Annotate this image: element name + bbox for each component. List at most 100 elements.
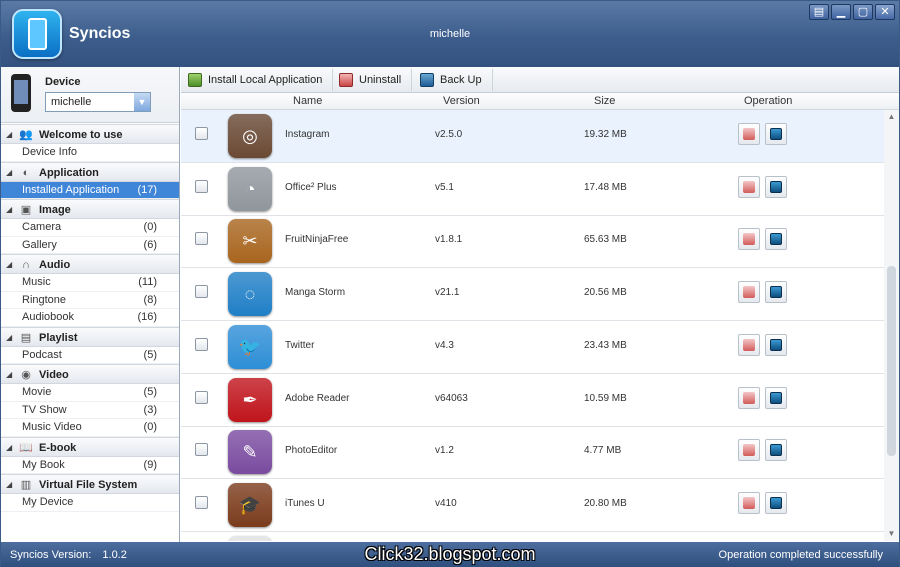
sidebar-category[interactable]: ◢ ▥ Virtual File System <box>1 474 179 494</box>
sidebar-item-count: (11) <box>138 276 157 288</box>
sidebar-item[interactable]: Music (11) <box>1 274 179 292</box>
backup-row-button[interactable] <box>765 123 787 145</box>
table-row[interactable]: ◌ Manga Storm v21.1 20.56 MB <box>181 268 884 322</box>
sidebar-item[interactable]: Music Video (0) <box>1 419 179 437</box>
sidebar-item[interactable]: TV Show (3) <box>1 402 179 419</box>
sidebar-category[interactable]: ◢ ◐ Application <box>1 161 179 183</box>
sidebar-item-label: My Device <box>22 496 74 508</box>
sidebar-category[interactable]: ◢ ▣ Image <box>1 199 179 219</box>
column-size[interactable]: Size <box>594 95 615 107</box>
app-version: v21.1 <box>435 287 460 299</box>
table-row[interactable]: ✎ PhotoEditor v1.2 4.77 MB <box>181 426 884 480</box>
back-up-button[interactable]: Back Up <box>413 69 493 91</box>
scroll-up-icon[interactable]: ▲ <box>884 110 899 124</box>
table-row[interactable]: ◔ Office² Plus v5.1 17.48 MB <box>181 163 884 216</box>
app-icon <box>228 535 272 541</box>
sidebar-item[interactable]: Device Info <box>1 144 179 162</box>
row-checkbox[interactable] <box>195 337 208 351</box>
sidebar-item[interactable]: Ringtone (8) <box>1 292 179 309</box>
sidebar-item[interactable]: Audiobook (16) <box>1 309 179 327</box>
backup-row-button[interactable] <box>765 228 787 251</box>
table-row[interactable]: 🎓 iTunes U v410 20.80 MB <box>181 479 884 532</box>
app-icon: ◌ <box>228 272 272 317</box>
app-size: 20.56 MB <box>584 287 627 299</box>
row-checkbox[interactable] <box>195 495 208 509</box>
sidebar-item[interactable]: Gallery (6) <box>1 237 179 254</box>
sidebar-nav: ◢ 👥 Welcome to use Device Info ◢ ◐ Application… <box>1 124 179 512</box>
uninstall-row-button[interactable] <box>738 175 760 198</box>
table-row[interactable] <box>181 532 884 541</box>
sidebar-item-label: Audiobook <box>22 311 74 323</box>
trash-icon <box>743 444 755 457</box>
table-row[interactable]: 🐦 Twitter v4.3 23.43 MB <box>181 321 884 374</box>
sidebar-item-label: Movie <box>22 386 52 398</box>
sidebar-item[interactable]: My Book (9) <box>1 457 179 474</box>
backup-row-button[interactable] <box>765 491 787 514</box>
row-checkbox[interactable] <box>195 390 208 404</box>
collapse-triangle-icon[interactable]: ◢ <box>6 365 12 385</box>
uninstall-row-button[interactable] <box>738 491 760 514</box>
table-row[interactable]: ✂ FruitNinjaFree v1.8.1 65.63 MB <box>181 215 884 269</box>
table-row[interactable]: ✒ Adobe Reader v64063 10.59 MB <box>181 374 884 427</box>
install-local-application-button[interactable]: Install Local Application <box>181 69 334 91</box>
device-select-value: michelle <box>51 96 92 108</box>
collapse-triangle-icon[interactable]: ◢ <box>6 125 12 145</box>
collapse-triangle-icon[interactable]: ◢ <box>6 328 12 348</box>
sidebar-category[interactable]: ◢ ∩ Audio <box>1 254 179 274</box>
collapse-triangle-icon[interactable]: ◢ <box>6 200 12 220</box>
sidebar: Device michelle ▼ ◢ 👥 Welcome to use Device… <box>1 67 180 542</box>
sidebar-item[interactable]: Installed Application (17) <box>1 181 179 199</box>
sidebar-item[interactable]: My Device <box>1 494 179 512</box>
menu-button[interactable]: ▤ <box>809 4 829 20</box>
image-icon: ▣ <box>20 204 32 216</box>
column-version[interactable]: Version <box>443 95 480 107</box>
maximize-button[interactable]: ▢ <box>853 4 873 20</box>
table-row[interactable]: ◎ Instagram v2.5.0 19.32 MB <box>181 110 884 163</box>
app-name: Adobe Reader <box>285 392 350 404</box>
uninstall-row-button[interactable] <box>738 333 760 356</box>
sidebar-category[interactable]: ◢ 👥 Welcome to use <box>1 124 179 144</box>
backup-row-button[interactable] <box>765 333 787 356</box>
backup-row-button[interactable] <box>765 386 787 409</box>
vertical-scrollbar[interactable]: ▲ ▼ <box>884 110 899 541</box>
uninstall-button[interactable]: Uninstall <box>332 69 413 91</box>
collapse-triangle-icon[interactable]: ◢ <box>6 163 12 183</box>
collapse-triangle-icon[interactable]: ◢ <box>6 438 12 458</box>
sidebar-item-count: (6) <box>143 238 157 251</box>
sidebar-item-label: Podcast <box>22 348 62 361</box>
uninstall-row-button[interactable] <box>738 386 760 409</box>
collapse-triangle-icon[interactable]: ◢ <box>6 475 12 495</box>
uninstall-row-button[interactable] <box>738 439 760 462</box>
app-size: 23.43 MB <box>584 339 627 351</box>
sidebar-item[interactable]: Camera (0) <box>1 219 179 237</box>
file-system-icon: ▥ <box>20 479 32 491</box>
minimize-button[interactable]: ▁ <box>831 4 851 20</box>
sidebar-item[interactable]: Podcast (5) <box>1 347 179 364</box>
backup-row-button[interactable] <box>765 281 787 304</box>
row-checkbox[interactable] <box>195 232 208 246</box>
close-button[interactable]: ✕ <box>875 4 895 20</box>
book-icon: 📖 <box>19 441 33 454</box>
column-name[interactable]: Name <box>293 95 322 107</box>
sidebar-category[interactable]: ◢ ◉ Video <box>1 364 179 384</box>
chevron-down-icon[interactable]: ▼ <box>134 93 150 111</box>
sidebar-category[interactable]: ◢ 📖 E-book <box>1 436 179 458</box>
backup-row-button[interactable] <box>765 175 787 198</box>
row-checkbox[interactable] <box>195 179 208 193</box>
sidebar-item[interactable]: Movie (5) <box>1 384 179 402</box>
row-checkbox[interactable] <box>195 443 208 457</box>
sidebar-category[interactable]: ◢ ▤ Playlist <box>1 326 179 348</box>
uninstall-row-button[interactable] <box>738 281 760 304</box>
sidebar-item-label: Camera <box>22 221 62 233</box>
uninstall-row-button[interactable] <box>738 228 760 251</box>
uninstall-row-button[interactable] <box>738 123 760 145</box>
row-checkbox[interactable] <box>195 285 208 299</box>
app-glyph-icon: 🐦 <box>238 336 262 357</box>
app-name: Instagram <box>285 129 330 140</box>
collapse-triangle-icon[interactable]: ◢ <box>6 255 12 275</box>
backup-row-button[interactable] <box>765 439 787 462</box>
device-select[interactable]: michelle ▼ <box>45 92 151 112</box>
scroll-down-icon[interactable]: ▼ <box>884 527 899 541</box>
row-checkbox[interactable] <box>195 127 208 140</box>
scroll-thumb[interactable] <box>887 266 896 456</box>
